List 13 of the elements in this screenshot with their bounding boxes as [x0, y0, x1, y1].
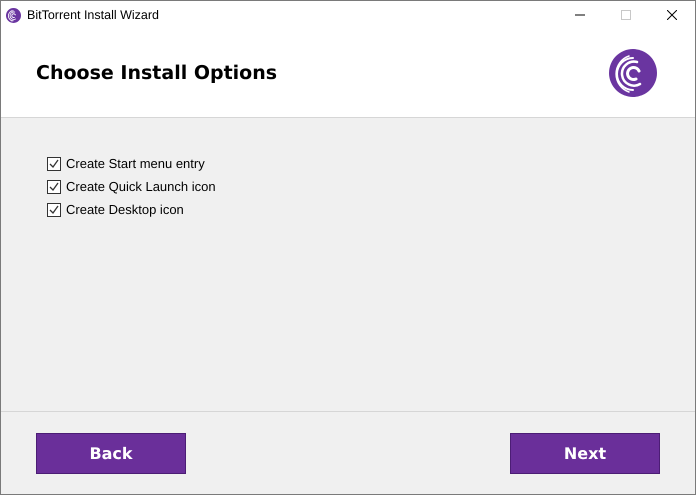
close-icon[interactable] — [667, 10, 677, 20]
checkbox[interactable] — [47, 180, 61, 194]
option-label[interactable]: Create Start menu entry — [66, 156, 205, 171]
option-label[interactable]: Create Desktop icon — [66, 202, 184, 217]
window-title: BitTorrent Install Wizard — [27, 8, 160, 22]
page-title: Choose Install Options — [36, 62, 278, 84]
back-button[interactable]: Back — [36, 432, 186, 474]
bittorrent-logo — [609, 49, 657, 97]
app-logo-icon — [6, 8, 21, 22]
checkbox[interactable] — [47, 202, 61, 216]
checkbox[interactable] — [47, 156, 61, 170]
option-label[interactable]: Create Quick Launch icon — [66, 179, 216, 194]
next-button[interactable]: Next — [510, 432, 660, 474]
